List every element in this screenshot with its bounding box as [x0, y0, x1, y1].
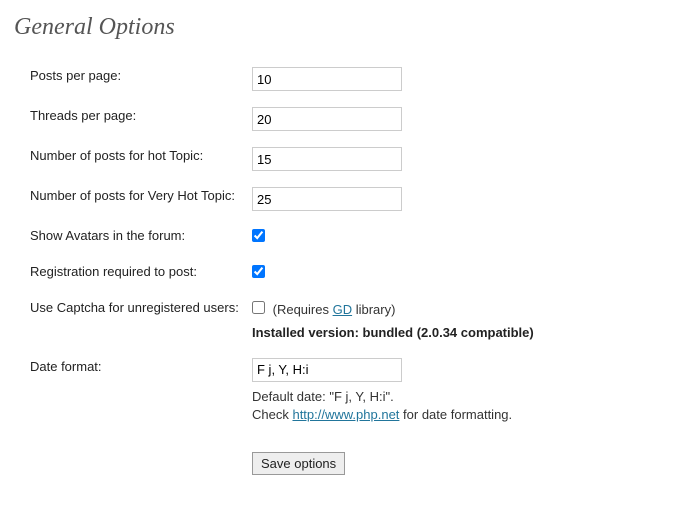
gd-link[interactable]: GD — [333, 302, 353, 317]
hot-topic-label: Number of posts for hot Topic: — [24, 139, 246, 179]
posts-per-page-input[interactable] — [252, 67, 402, 91]
use-captcha-checkbox[interactable] — [252, 301, 265, 314]
very-hot-topic-input[interactable] — [252, 187, 402, 211]
posts-per-page-label: Posts per page: — [24, 59, 246, 99]
very-hot-topic-label: Number of posts for Very Hot Topic: — [24, 179, 246, 219]
date-format-label: Date format: — [24, 350, 246, 432]
page-title: General Options — [14, 14, 675, 41]
requires-prefix: (Requires — [273, 302, 333, 317]
threads-per-page-input[interactable] — [252, 107, 402, 131]
default-date-text: Default date: "F j, Y, H:i". — [252, 389, 394, 404]
use-captcha-label: Use Captcha for unregistered users: — [24, 291, 246, 349]
captcha-requires-note: (Requires GD library) — [273, 302, 396, 317]
options-form: Posts per page: Threads per page: Number… — [24, 59, 540, 483]
date-format-input[interactable] — [252, 358, 402, 382]
requires-suffix: library) — [352, 302, 395, 317]
registration-required-checkbox[interactable] — [252, 265, 265, 278]
check-suffix: for date formatting. — [399, 407, 512, 422]
date-format-description: Default date: "F j, Y, H:i". Check http:… — [252, 388, 534, 424]
show-avatars-label: Show Avatars in the forum: — [24, 219, 246, 255]
captcha-installed-version: Installed version: bundled (2.0.34 compa… — [252, 324, 534, 342]
save-options-button[interactable]: Save options — [252, 452, 345, 475]
php-net-link[interactable]: http://www.php.net — [292, 407, 399, 422]
check-prefix: Check — [252, 407, 292, 422]
show-avatars-checkbox[interactable] — [252, 229, 265, 242]
registration-required-label: Registration required to post: — [24, 255, 246, 291]
hot-topic-input[interactable] — [252, 147, 402, 171]
threads-per-page-label: Threads per page: — [24, 99, 246, 139]
